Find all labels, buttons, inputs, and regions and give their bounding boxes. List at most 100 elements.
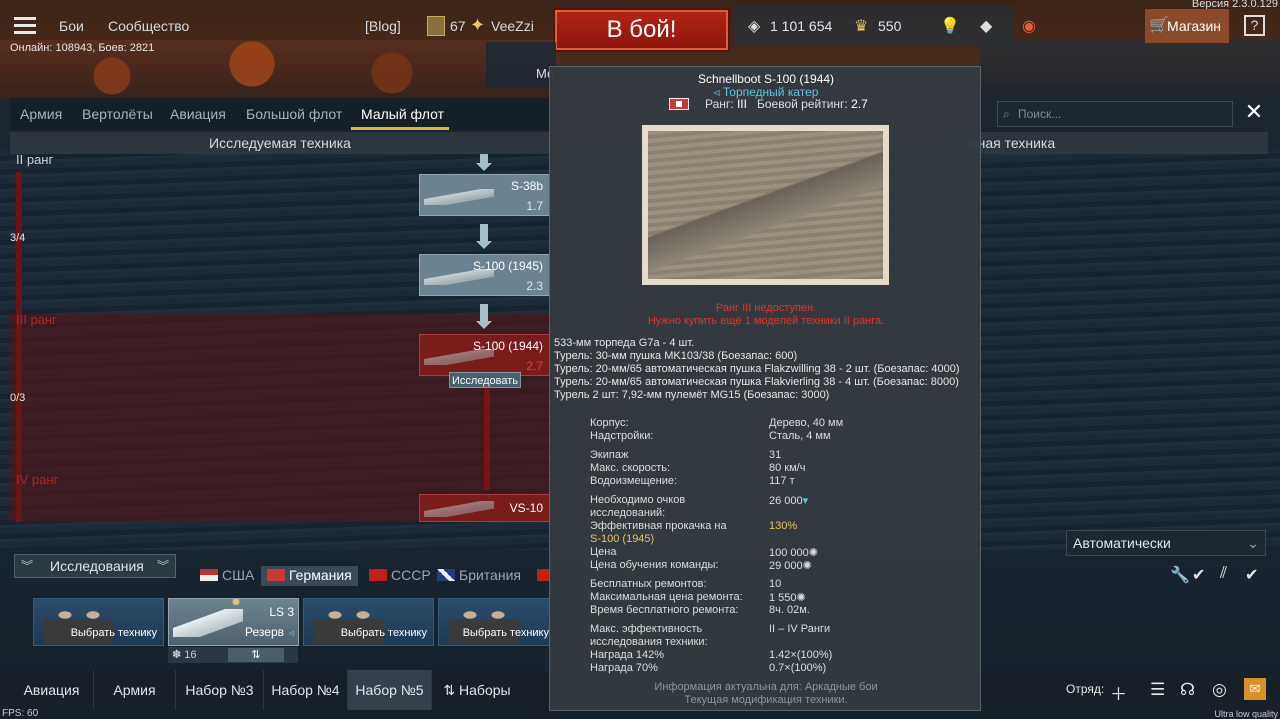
contacts-icon[interactable]: ☊ [1180,680,1195,700]
tab-coastal-fleet[interactable]: Малый флот [361,106,444,122]
nation-britain[interactable]: Британия [437,566,521,586]
auto-select-dropdown[interactable]: Автоматически ⌄ [1066,530,1266,556]
preset-set-4[interactable]: Набор №4 [264,670,348,710]
nav-community[interactable]: Сообщество [108,18,189,34]
crew-count-value: 16 [184,649,197,661]
vehicle-name: S-100 (1944) [472,339,543,353]
stat-reward-sl-label: Награда 70% [590,662,658,674]
profile-icon[interactable] [427,16,445,36]
blog-link[interactable]: [Blog] [365,18,401,34]
nation-label: США [222,567,255,583]
battle-button[interactable]: В бой! [555,10,728,50]
online-counter: Онлайн: 108943, Боев: 2821 [10,42,155,54]
currency-panel: ◈ 1 101 654 ♛ 550 💡 ◆ [734,6,1014,46]
vehicle-card-s100-1944[interactable]: S-100 (1944) 2.7 [419,334,550,376]
tab-army[interactable]: Армия [20,106,62,122]
vehicle-br: 2.3 [526,279,543,293]
silver-lions-icon: ✺ [796,592,806,604]
rank-2-label: II ранг [16,154,54,167]
nav-battles[interactable]: Бои [59,18,84,34]
vehicle-card-vs10[interactable]: VS-10 [419,494,550,522]
armament-line: Турель: 20-мм/65 автоматическая пушка Fl… [554,376,959,388]
stat-price-label: Цена [590,546,617,558]
nation-usa[interactable]: США [200,566,254,586]
list-icon[interactable]: ☰ [1150,680,1165,700]
stat-displacement-value: 117 т [769,475,795,487]
rank-progress-bar [16,172,22,522]
crew-slot-2[interactable]: ✹ LS 3 Резерв ◃ [168,598,299,646]
crew-slot-3[interactable]: Выбрать технику [303,598,434,646]
gold-amount: 550 [878,18,902,34]
premium-vehicles-header: мная техника [950,132,1268,154]
mail-icon[interactable]: ✉ [1244,678,1266,700]
vehicle-card-s38b[interactable]: S-38b 1.7 [419,174,550,216]
presets-button[interactable]: ⇅ Наборы [432,670,522,710]
battle-pass-icon[interactable]: ◉ [1022,16,1036,36]
tree-arrow [476,304,492,329]
preset-set-5[interactable]: Набор №5 [348,670,432,710]
tab-helicopters[interactable]: Вертолёты [82,106,153,122]
tab-bluewater-fleet[interactable]: Большой флот [246,106,342,122]
silver-lions-icon: ◈ [748,18,761,35]
research-tooltip[interactable]: Исследовать [449,372,521,388]
br-value: 2.7 [851,97,868,111]
vehicle-br: 2.7 [526,359,543,373]
tech-tree: II ранг 3/4 III ранг 0/3 IV ранг S-38b 1… [10,154,550,522]
stat-reward-sl-value: 0.7×(100%) [769,662,827,674]
britain-flag-icon [437,569,455,581]
wrench-icon[interactable]: 🔧 [1170,565,1190,585]
stat-crew-label: Экипаж [590,449,629,461]
crew-slot-4[interactable]: Выбрать технику [438,598,550,646]
nation-label: СССР [391,567,431,583]
info-footer-modification: Текущая модификация техники. [684,694,848,706]
help-button[interactable]: ? [1244,15,1265,36]
multi-check-icon[interactable]: ⫽ [1220,565,1227,583]
search-placeholder: Поиск... [1018,107,1062,121]
tab-aviation[interactable]: Авиация [170,106,226,122]
chat-icon[interactable]: ◎ [1212,680,1227,700]
stat-efficiency-target: S-100 (1945) [590,533,655,545]
shop-button[interactable]: 🛒 Магазин [1145,9,1229,43]
chevrons-icon: ︾ [156,559,169,573]
preset-army[interactable]: Армия [94,670,176,710]
quality-label: Ultra low quality [1214,709,1278,719]
close-icon[interactable]: ✕ [1244,101,1264,123]
vehicle-card-s100-1945[interactable]: S-100 (1945) 2.3 [419,254,550,296]
lightbulb-icon[interactable]: 💡 [940,16,960,36]
background-tooltip-fragment: Мо [486,42,556,88]
chevrons-icon: ︾ [21,559,34,573]
stat-speed-value: 80 км/ч [769,462,806,474]
menu-icon[interactable] [14,17,36,35]
stat-displacement-label: Водоизмещение: [590,475,678,487]
auto-select-value: Автоматически [1073,535,1171,551]
check-icon[interactable]: ✔ [1192,565,1205,585]
crafting-icon[interactable]: ◆ [980,16,992,36]
swap-icon[interactable]: ⇅ [228,648,284,662]
preset-set-3[interactable]: Набор №3 [176,670,264,710]
shop-label: Магазин [1167,18,1222,34]
research-toggle-button[interactable]: ︾ Исследования ︾ [14,554,176,578]
check-all-icon[interactable]: ✔ [1245,565,1258,585]
choose-vehicle-label: Выбрать технику [462,627,549,639]
silver-lions-icon: ✺ [802,560,812,572]
add-squad-icon[interactable]: ＋ [1110,680,1127,705]
crew-slot-1[interactable]: Выбрать технику [33,598,164,646]
tree-connector [484,380,490,490]
player-name[interactable]: VeeZzi [491,18,534,34]
search-input[interactable]: ⌕ Поиск... [997,101,1233,127]
nation-germany[interactable]: Германия [261,566,358,586]
nation-ussr[interactable]: СССР [369,566,431,586]
rank-value: III [736,97,747,111]
rank-4-label: IV ранг [16,472,59,487]
training-amount: 29 000 [769,560,803,572]
preset-aviation[interactable]: Авиация [10,670,94,710]
nation-label: Германия [289,567,352,583]
stat-repair-time-label: Время бесплатного ремонта: [590,604,739,616]
stat-repair-cost-value: 1 550✺ [769,591,806,604]
premium-icon: ✹ [231,598,242,609]
rank-3-label: III ранг [16,312,57,327]
japan-flag-icon[interactable] [537,569,549,581]
researched-vehicles-header: Исследуемая техника [10,132,550,154]
golden-eagles-icon: ♛ [854,18,869,35]
usa-flag-icon [200,569,218,581]
